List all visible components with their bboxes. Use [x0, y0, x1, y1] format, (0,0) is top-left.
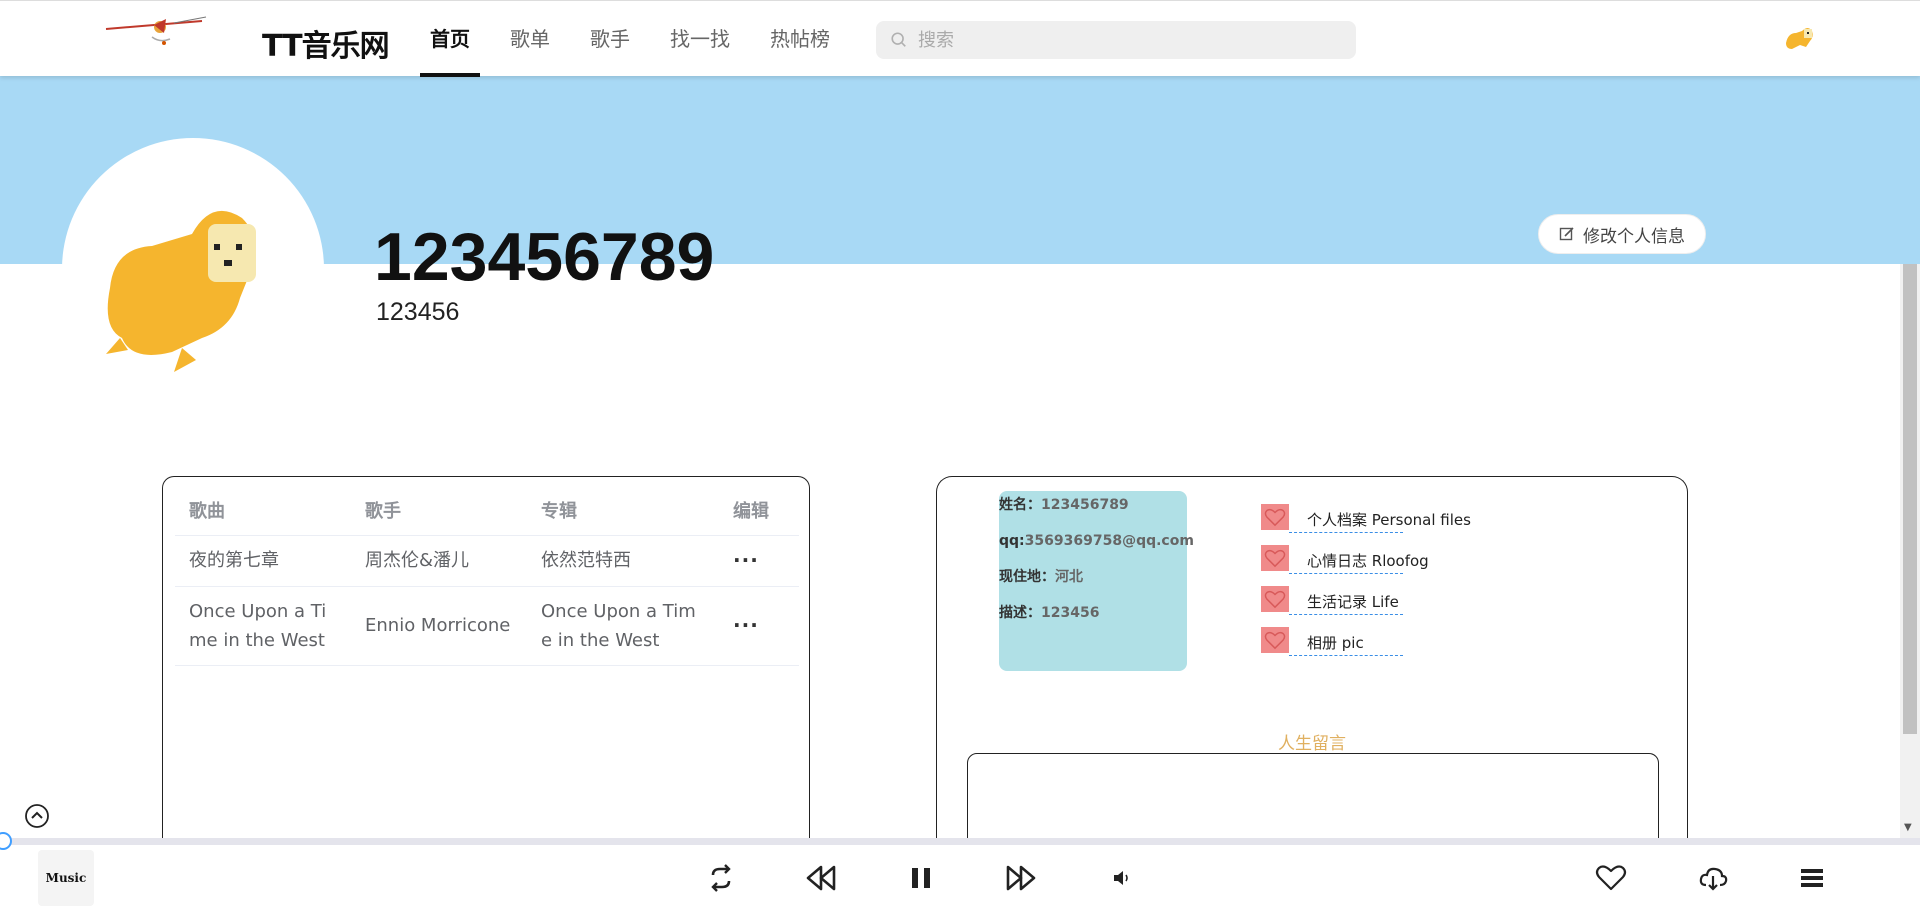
edit-profile-label: 修改个人信息	[1583, 226, 1685, 247]
playback-progress-bar[interactable]	[0, 838, 1920, 845]
back-to-top-icon[interactable]	[24, 803, 50, 829]
link-life-records[interactable]: 生活记录 Life	[1261, 578, 1403, 619]
more-options-icon[interactable]: ···	[733, 613, 759, 637]
dog-avatar-icon	[106, 210, 256, 372]
song-title[interactable]: 夜的第七章	[175, 535, 351, 587]
table-row[interactable]: 夜的第七章 周杰伦&潘儿 依然范特西 ···	[175, 535, 799, 587]
scrollbar-thumb[interactable]	[1903, 264, 1917, 734]
site-title[interactable]: TT音乐网	[262, 21, 390, 65]
album-cover[interactable]: Music	[38, 850, 94, 906]
heart-icon	[1261, 503, 1289, 530]
song-singer[interactable]: 周杰伦&潘儿	[351, 535, 527, 587]
heart-icon	[1261, 585, 1289, 612]
column-header-edit[interactable]: 编辑	[719, 485, 799, 536]
column-header-singer[interactable]: 歌手	[351, 485, 527, 536]
nav-discover[interactable]: 找一找	[660, 1, 740, 77]
loop-icon[interactable]	[704, 861, 738, 895]
search-input[interactable]	[918, 29, 1338, 51]
heart-icon	[1261, 544, 1289, 571]
table-row[interactable]: Once Upon a Time in the West Ennio Morri…	[175, 586, 799, 666]
edit-icon	[1559, 227, 1574, 241]
download-icon[interactable]	[1696, 861, 1730, 895]
nav-playlists[interactable]: 歌单	[500, 1, 560, 77]
search-icon	[891, 32, 906, 47]
message-section-title: 人生留言	[1278, 734, 1346, 754]
profile-name: 123456789	[374, 219, 715, 295]
info-name-row: 姓名：123456789	[999, 497, 1129, 513]
nav-home[interactable]: 首页	[420, 1, 480, 77]
user-avatar-icon[interactable]	[1782, 21, 1816, 55]
pause-icon[interactable]	[904, 861, 938, 895]
top-header: TT音乐网 首页 歌单 歌手 找一找 热帖榜	[0, 0, 1920, 77]
nav-singers[interactable]: 歌手	[580, 1, 640, 77]
site-logo[interactable]	[104, 7, 208, 51]
column-header-album[interactable]: 专辑	[527, 485, 719, 536]
nav-hot-posts[interactable]: 热帖榜	[760, 1, 840, 77]
volume-icon[interactable]	[1104, 861, 1138, 895]
song-album[interactable]: Once Upon a Time in the West	[527, 586, 719, 666]
next-icon[interactable]	[1004, 861, 1038, 895]
song-table: 歌曲 歌手 专辑 编辑 夜的第七章 周杰伦&潘儿 依然范特西 ··· Once …	[175, 485, 799, 666]
link-mood-diary[interactable]: 心情日志 Rloofog	[1261, 537, 1429, 578]
scroll-down-arrow-icon[interactable]: ▼	[1904, 822, 1912, 833]
link-personal-files[interactable]: 个人档案 Personal files	[1261, 496, 1471, 537]
music-player-bar: Music	[0, 845, 1920, 914]
like-icon[interactable]	[1594, 861, 1628, 895]
profile-links: 个人档案 Personal files 心情日志 Rloofog 生活记录 Li…	[1261, 496, 1471, 660]
song-title[interactable]: Once Upon a Time in the West	[175, 586, 351, 666]
profile-avatar[interactable]	[62, 138, 324, 400]
info-box: 姓名：123456789 qq:3569369758@qq.com 现住地：河北…	[999, 491, 1194, 671]
song-list-card: 歌曲 歌手 专辑 编辑 夜的第七章 周杰伦&潘儿 依然范特西 ··· Once …	[162, 476, 810, 856]
playlist-icon[interactable]	[1795, 861, 1829, 895]
personal-info-card: 姓名：123456789 qq:3569369758@qq.com 现住地：河北…	[936, 476, 1688, 863]
column-header-song[interactable]: 歌曲	[175, 485, 351, 536]
link-album-pics[interactable]: 相册 pic	[1261, 619, 1403, 660]
heart-icon	[1261, 626, 1289, 653]
song-singer[interactable]: Ennio Morricone	[351, 586, 527, 666]
main-nav: 首页 歌单 歌手 找一找 热帖榜	[420, 1, 860, 77]
search-bar[interactable]	[876, 21, 1356, 59]
song-album[interactable]: 依然范特西	[527, 535, 719, 587]
more-options-icon[interactable]: ···	[733, 548, 759, 572]
edit-profile-button[interactable]: 修改个人信息	[1538, 214, 1706, 254]
info-description-row: 描述：123456	[999, 605, 1100, 621]
info-qq-row: qq:3569369758@qq.com	[999, 533, 1194, 549]
info-location-row: 现住地：河北	[999, 569, 1083, 585]
profile-subtitle: 123456	[376, 298, 460, 326]
previous-icon[interactable]	[804, 861, 838, 895]
